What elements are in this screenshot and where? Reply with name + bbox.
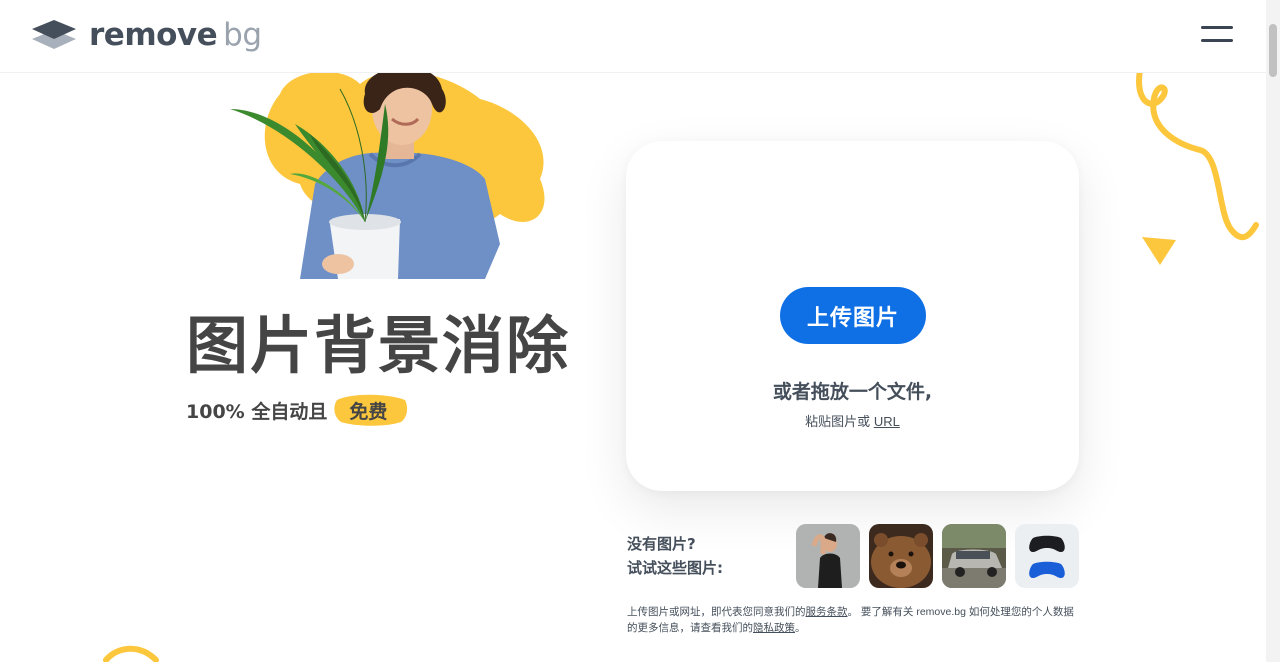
hamburger-menu-icon[interactable] [1201, 26, 1233, 46]
free-badge: 免费 [334, 394, 408, 427]
paste-hint: 粘贴图片或 URL [805, 414, 900, 429]
subtitle-text: 100% 全自动且 [186, 401, 328, 423]
upload-dropzone[interactable]: 上传图片 或者拖放一个文件, 粘贴图片或 URL [626, 141, 1079, 491]
scrollbar[interactable] [1266, 0, 1280, 662]
sample-woman-thumbnail[interactable] [796, 524, 860, 588]
scrollbar-thumb[interactable] [1269, 24, 1277, 77]
terms-of-service-link[interactable]: 服务条款 [806, 606, 848, 618]
privacy-policy-link[interactable]: 隐私政策 [753, 622, 795, 634]
squiggle-decoration-icon [1136, 67, 1259, 265]
hero-subtitle: 100% 全自动且 免费 [186, 394, 408, 427]
url-link[interactable]: URL [874, 414, 900, 429]
sample-controllers-thumbnail[interactable] [1015, 524, 1079, 588]
logo-link[interactable]: remove bg [31, 18, 262, 52]
sample-bear-thumbnail[interactable] [869, 524, 933, 588]
layers-logo-icon [32, 20, 76, 49]
top-header: remove bg [0, 0, 1266, 73]
sample-thumbnails [796, 524, 1079, 588]
hero-person-plant-image [230, 66, 545, 279]
page-title: 图片背景消除 [186, 309, 571, 382]
terms-notice: 上传图片或网址，即代表您同意我们的服务条款。 要了解有关 remove.bg 如… [627, 606, 1074, 634]
brand-name: remove bg [89, 17, 262, 53]
arc-decoration-icon [103, 645, 159, 662]
sample-car-thumbnail[interactable] [942, 524, 1006, 588]
drop-file-text: 或者拖放一个文件, [772, 381, 933, 403]
upload-image-button[interactable]: 上传图片 [780, 287, 926, 344]
samples-label: 没有图片? 试试这些图片: [627, 535, 723, 577]
